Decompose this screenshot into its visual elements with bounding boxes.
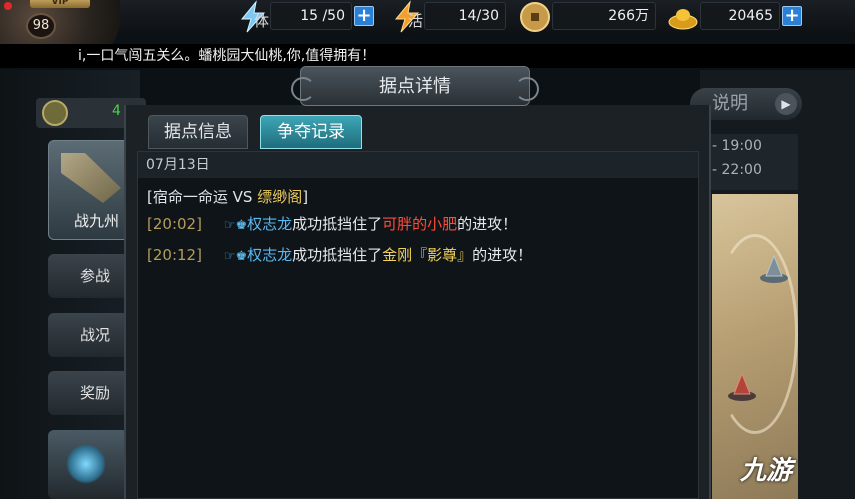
stamina-value: 15 /50 [270, 2, 352, 30]
log-entry: [20:12] ☞♚权志龙成功抵挡住了金刚『影尊』的进攻！ [147, 244, 532, 265]
guild-b: 缥缈阁 [257, 188, 303, 206]
time-slots: - 19:00 - 22:00 [700, 134, 798, 190]
crown-icon: ♚ [235, 249, 248, 264]
rewards-button[interactable]: 奖励 [48, 371, 128, 415]
log-tail: 的进攻！ [457, 215, 518, 233]
gold-value: 20465 [700, 2, 780, 30]
bracket-close: ] [302, 188, 309, 206]
matchup-line: [宿命一命运 VS 缥缈阁] [147, 186, 308, 207]
zhan-jiuzhou-card[interactable]: 战九州 [48, 140, 136, 240]
time-slot: - 19:00 [712, 138, 762, 154]
add-stamina-button[interactable]: + [354, 6, 374, 26]
log-time: [20:12] [147, 246, 202, 264]
energy-label: 活 [408, 12, 424, 30]
vip-tag: VIP [30, 0, 90, 8]
glow-orb-icon [66, 444, 106, 484]
guild-a: 宿命一命运 [152, 188, 228, 206]
coin-icon [520, 2, 550, 32]
join-battle-button[interactable]: 参战 [48, 254, 128, 298]
log-defender[interactable]: 金刚『影尊』 [382, 246, 472, 264]
battle-status-button[interactable]: 战况 [48, 313, 128, 357]
arrow-right-icon[interactable]: ▶ [775, 93, 797, 115]
energy-value: 14/30 [424, 2, 506, 30]
left-count: 4 [112, 103, 121, 119]
pointing-hand-icon: ☞ [223, 249, 236, 264]
log-verb: 成功抵挡住了 [292, 246, 383, 264]
add-gold-button[interactable]: + [782, 6, 802, 26]
player-level: 98 [26, 13, 56, 39]
log-tail: 的进攻！ [472, 246, 533, 264]
log-time: [20:02] [147, 215, 202, 233]
gold-ingot-icon [668, 9, 698, 30]
notification-dot [4, 2, 12, 10]
log-verb: 成功抵挡住了 [292, 215, 383, 233]
time-slot: - 22:00 [712, 162, 762, 178]
log-attacker[interactable]: 权志龙 [247, 215, 292, 233]
scroll-card[interactable] [48, 430, 128, 499]
crown-icon: ♚ [235, 218, 248, 233]
emblem-icon [42, 100, 68, 126]
rules-label: 说明 [712, 93, 748, 114]
tab-stronghold-info[interactable]: 据点信息 [148, 115, 248, 149]
stronghold-icon[interactable] [726, 372, 758, 402]
watermark-logo: 九游 [740, 456, 793, 486]
log-entry: [20:02] ☞♚权志龙成功抵挡住了可胖的小肥的进攻！ [147, 213, 517, 234]
dialog-title: 据点详情 [379, 76, 451, 97]
log-defender[interactable]: 可胖的小肥 [382, 215, 457, 233]
log-attacker[interactable]: 权志龙 [247, 246, 292, 264]
record-date: 07月13日 [138, 152, 698, 178]
coins-value: 266万 [552, 2, 656, 30]
stronghold-icon[interactable] [758, 254, 790, 284]
zhan-jiuzhou-label: 战九州 [74, 212, 120, 230]
pointing-hand-icon: ☞ [223, 218, 236, 233]
tab-battle-records[interactable]: 争夺记录 [260, 115, 362, 149]
vs-label: VS [227, 188, 258, 206]
announcement-marquee: i,一口气闯五关么。蟠桃园大仙桃,你,值得拥有！ [0, 44, 855, 68]
crossed-swords-icon [61, 153, 121, 203]
stamina-label: 体 [254, 12, 270, 30]
